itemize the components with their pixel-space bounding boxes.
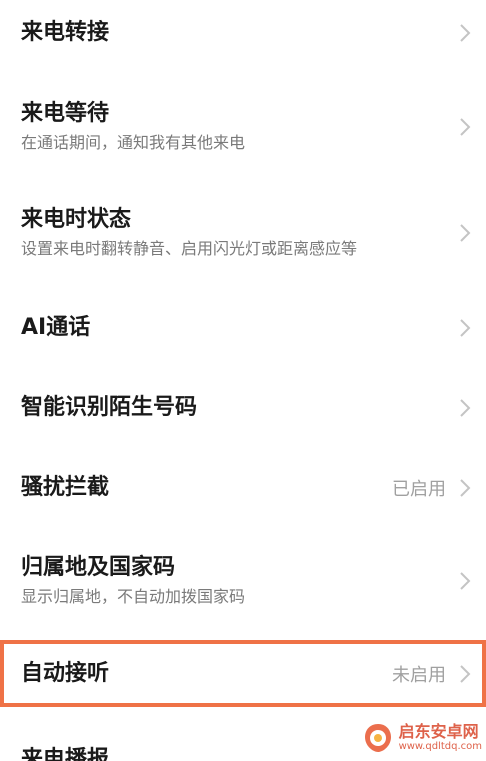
chevron-right-icon (460, 664, 471, 683)
setting-title: 智能识别陌生号码 (21, 395, 198, 420)
chevron-right-icon (460, 224, 471, 242)
setting-smart-number-id[interactable]: 智能识别陌生号码 (0, 376, 486, 440)
setting-status-value: 未启用 (392, 664, 446, 686)
setting-location-country-code[interactable]: 归属地及国家码 显示归属地，不自动加拨国家码 (0, 544, 486, 618)
row-text: 来电等待 在通话期间，通知我有其他来电 (21, 100, 458, 154)
chevron-right-icon (460, 479, 471, 497)
row-text: 骚扰拦截 (21, 474, 392, 502)
setting-title: 来电转接 (21, 20, 110, 45)
row-text: 归属地及国家码 显示归属地，不自动加拨国家码 (21, 554, 458, 608)
setting-incoming-call-state[interactable]: 来电时状态 设置来电时翻转静音、启用闪光灯或距离感应等 (0, 196, 486, 270)
chevron-right-icon (460, 118, 471, 136)
chevron-right-icon (460, 24, 471, 42)
setting-title: 归属地及国家码 (21, 555, 176, 580)
watermark-title: 启东安卓网 (398, 722, 479, 741)
row-text: 来电转接 (21, 19, 458, 47)
chevron-right-icon (460, 319, 471, 337)
setting-subtitle: 在通话期间，通知我有其他来电 (21, 133, 246, 152)
watermark: 启东安卓网 www.qdltdq.com (361, 721, 482, 755)
setting-status-value: 已启用 (392, 479, 446, 500)
setting-auto-answer[interactable]: 自动接听 未启用 (0, 644, 486, 703)
row-text: AI通话 (21, 314, 458, 342)
setting-call-waiting[interactable]: 来电等待 在通话期间，通知我有其他来电 (0, 90, 486, 164)
setting-ai-call[interactable]: AI通话 (0, 296, 486, 360)
row-text: 智能识别陌生号码 (21, 394, 458, 422)
row-text: 自动接听 (21, 660, 392, 688)
setting-subtitle: 设置来电时翻转静音、启用闪光灯或距离感应等 (21, 239, 358, 258)
call-settings-screen: 来电转接 来电等待 在通话期间，通知我有其他来电 来电时状态 设置来电时翻转静音… (0, 0, 486, 761)
setting-call-forwarding[interactable]: 来电转接 (0, 0, 486, 66)
setting-title: 来电等待 (21, 101, 110, 126)
watermark-url: www.qdltdq.com (398, 741, 482, 752)
setting-title: 来电时状态 (21, 207, 132, 232)
site-logo-icon (364, 724, 391, 752)
setting-title: 骚扰拦截 (21, 475, 110, 500)
chevron-right-icon (460, 572, 471, 590)
watermark-text: 启东安卓网 www.qdltdq.com (399, 723, 482, 753)
setting-harassment-block[interactable]: 骚扰拦截 已启用 (0, 456, 486, 520)
setting-title: AI通话 (21, 315, 91, 340)
chevron-right-icon (460, 399, 471, 417)
setting-title: 自动接听 (21, 660, 110, 686)
row-text: 来电时状态 设置来电时翻转静音、启用闪光灯或距离感应等 (21, 206, 458, 260)
setting-subtitle: 显示归属地，不自动加拨国家码 (21, 587, 246, 606)
